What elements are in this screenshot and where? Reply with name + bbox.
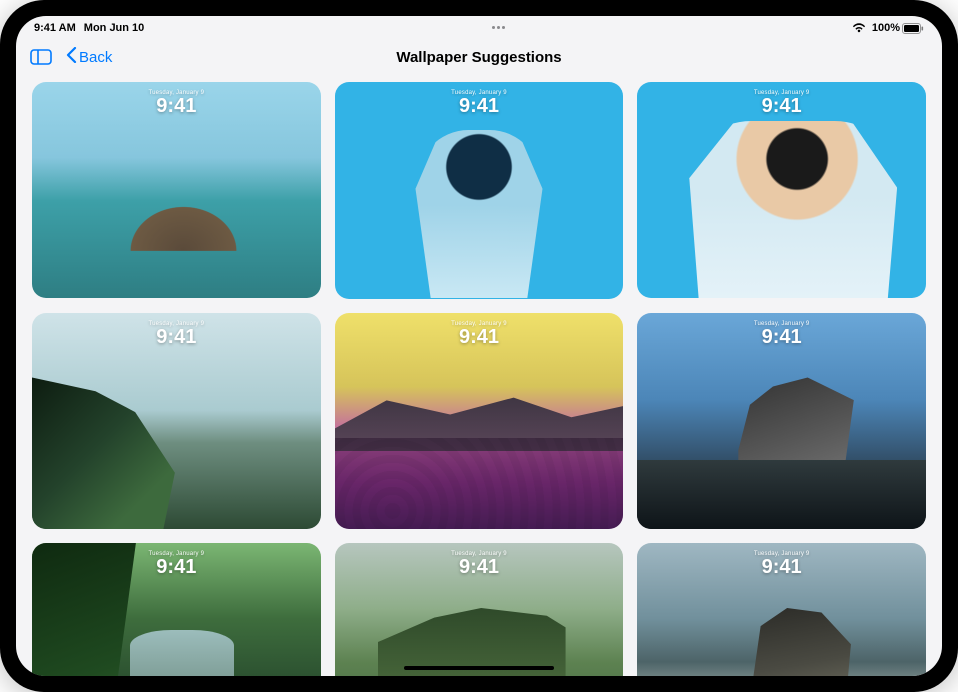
status-left: 9:41 AM Mon Jun 10 <box>34 22 144 34</box>
tile-lockscreen-preview: Tuesday, January 99:41 <box>754 90 810 116</box>
tile-time: 9:41 <box>754 327 810 347</box>
tile-lockscreen-preview: Tuesday, January 99:41 <box>451 551 507 577</box>
tile-time: 9:41 <box>451 557 507 577</box>
tile-date: Tuesday, January 9 <box>754 321 810 327</box>
battery-icon <box>902 23 924 34</box>
home-indicator[interactable] <box>404 666 554 670</box>
tile-time: 9:41 <box>451 327 507 347</box>
tile-date: Tuesday, January 9 <box>451 551 507 557</box>
wallpaper-tile-tropical-cliff-greenery[interactable]: Tuesday, January 99:41 <box>32 313 321 529</box>
wallpaper-tile-portrait-blue-selfie[interactable]: Tuesday, January 99:41 <box>637 82 926 298</box>
wallpaper-tile-duotone-rocky-beach[interactable]: Tuesday, January 99:41 <box>335 313 624 530</box>
nav-bar: Back Wallpaper Suggestions <box>16 38 942 76</box>
tile-lockscreen-preview: Tuesday, January 99:41 <box>149 321 205 347</box>
tile-date: Tuesday, January 9 <box>149 551 205 557</box>
tile-lockscreen-preview: Tuesday, January 99:41 <box>149 551 205 577</box>
status-date: Mon Jun 10 <box>84 22 145 34</box>
screen: 9:41 AM Mon Jun 10 100% <box>16 16 942 676</box>
tile-date: Tuesday, January 9 <box>451 90 507 96</box>
battery-indicator: 100% <box>872 22 924 34</box>
tile-date: Tuesday, January 9 <box>754 551 810 557</box>
tile-time: 9:41 <box>754 557 810 577</box>
tile-lockscreen-preview: Tuesday, January 99:41 <box>451 90 507 116</box>
tile-time: 9:41 <box>451 96 507 116</box>
tile-lockscreen-preview: Tuesday, January 99:41 <box>754 321 810 347</box>
tile-time: 9:41 <box>149 327 205 347</box>
wifi-icon <box>852 23 866 33</box>
back-label: Back <box>79 49 112 66</box>
multitask-indicator[interactable] <box>486 25 510 30</box>
wallpaper-tile-dark-sand-seastack[interactable]: Tuesday, January 99:41 <box>637 313 926 529</box>
wallpaper-grid: Tuesday, January 99:41Tuesday, January 9… <box>32 82 926 676</box>
wallpaper-grid-container: Tuesday, January 99:41Tuesday, January 9… <box>16 76 942 676</box>
page-title: Wallpaper Suggestions <box>396 49 561 66</box>
tile-lockscreen-preview: Tuesday, January 99:41 <box>149 90 205 116</box>
status-bar: 9:41 AM Mon Jun 10 100% <box>16 16 942 38</box>
wallpaper-tile-green-plateau-cliffs[interactable]: Tuesday, January 99:41 <box>335 543 624 676</box>
back-button[interactable]: Back <box>66 47 112 67</box>
tile-date: Tuesday, January 9 <box>149 90 205 96</box>
tile-date: Tuesday, January 9 <box>149 321 205 327</box>
wallpaper-tile-jungle-stream[interactable]: Tuesday, January 99:41 <box>32 543 321 676</box>
tile-time: 9:41 <box>149 96 205 116</box>
status-right: 100% <box>852 22 924 34</box>
sidebar-toggle-button[interactable] <box>30 48 52 66</box>
tile-time: 9:41 <box>754 96 810 116</box>
chevron-left-icon <box>66 47 77 67</box>
wallpaper-tile-ocean-rock-formation[interactable]: Tuesday, January 99:41 <box>637 543 926 676</box>
tile-lockscreen-preview: Tuesday, January 99:41 <box>754 551 810 577</box>
tile-date: Tuesday, January 9 <box>754 90 810 96</box>
tile-time: 9:41 <box>149 557 205 577</box>
tile-date: Tuesday, January 9 <box>451 321 507 327</box>
wallpaper-tile-volcano-lagoon[interactable]: Tuesday, January 99:41 <box>32 82 321 298</box>
tile-lockscreen-preview: Tuesday, January 99:41 <box>451 321 507 347</box>
ipad-frame: 9:41 AM Mon Jun 10 100% <box>0 0 958 692</box>
battery-text: 100% <box>872 22 900 34</box>
status-time: 9:41 AM <box>34 22 76 34</box>
wallpaper-tile-portrait-blue-bob[interactable]: Tuesday, January 99:41 <box>335 82 624 299</box>
